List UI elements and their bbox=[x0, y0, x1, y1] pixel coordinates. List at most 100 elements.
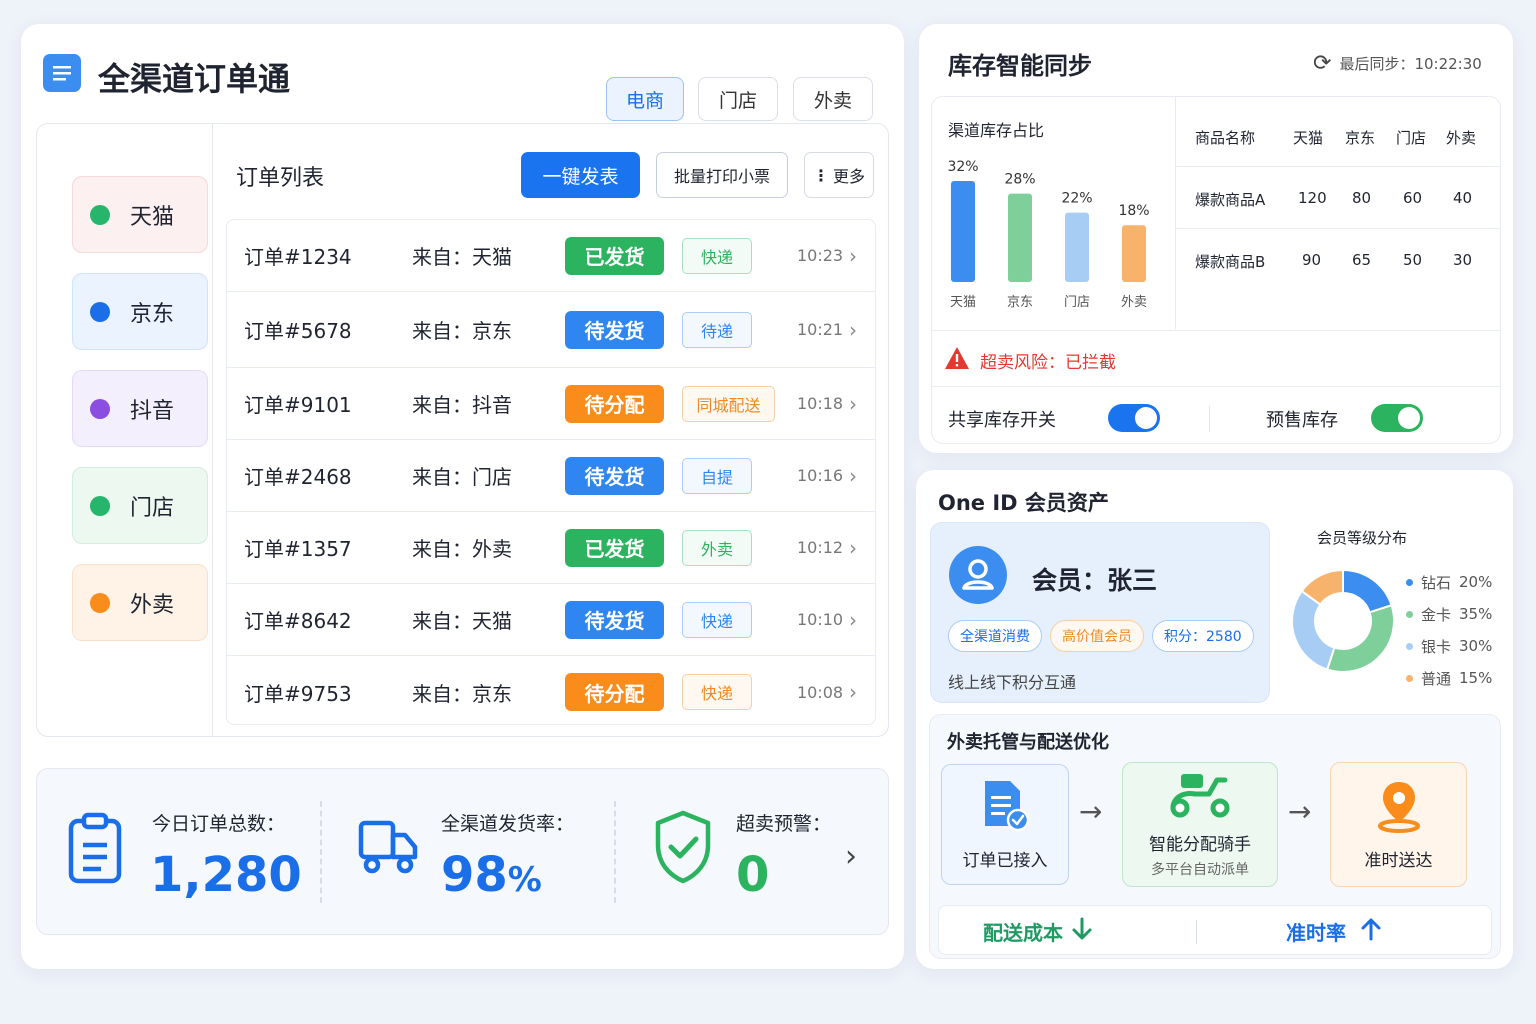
legend-pct: 30% bbox=[1459, 637, 1493, 655]
chevron-right-icon: › bbox=[849, 680, 857, 704]
status-badge: 待分配 bbox=[565, 673, 664, 711]
status-dot bbox=[90, 495, 110, 516]
table-cell: 120 bbox=[1298, 189, 1327, 207]
truck-icon bbox=[357, 819, 419, 881]
tab-ecommerce[interactable]: 电商 bbox=[606, 77, 684, 121]
delivery-mode-badge: 快递 bbox=[682, 237, 752, 274]
donut-slice bbox=[1342, 568, 1393, 614]
chart-bar bbox=[1008, 193, 1032, 282]
ship-all-button[interactable]: 一键发表 bbox=[521, 152, 640, 198]
member-tag: 高价值会员 bbox=[1050, 620, 1144, 652]
order-time: 10:21 bbox=[797, 320, 844, 339]
arrow-up-icon bbox=[1360, 917, 1382, 946]
status-badge: 待发货 bbox=[565, 600, 664, 639]
delivery-cost-label: 配送成本 bbox=[983, 921, 1063, 945]
sync-status[interactable]: ⟳ 最后同步：10:22:30 bbox=[1313, 51, 1482, 76]
table-cell: 65 bbox=[1352, 251, 1372, 269]
status-dot bbox=[90, 592, 110, 613]
sidebar-item-label: 外卖 bbox=[130, 592, 175, 618]
chart-category-label: 外卖 bbox=[1121, 295, 1147, 310]
step-sub-label: 多平台自动派单 bbox=[1151, 862, 1249, 878]
chart-value-label: 32% bbox=[947, 159, 978, 175]
legend-pct: 20% bbox=[1459, 573, 1493, 591]
member-tags: 全渠道消费 高价值会员 积分：2580 bbox=[948, 620, 1254, 652]
delivery-mode-badge: 自提 bbox=[682, 457, 752, 494]
inventory-panel: 库存智能同步 ⟳ 最后同步：10:22:30 渠道库存占比 32% 天猫 28% 京东 2… bbox=[919, 24, 1513, 453]
sidebar-item-jd[interactable]: 京东 bbox=[72, 273, 208, 350]
toggle-knob bbox=[1398, 407, 1420, 429]
legend-dot bbox=[1406, 674, 1413, 682]
sidebar-item-store[interactable]: 门店 bbox=[72, 467, 208, 544]
status-badge: 已发货 bbox=[565, 528, 664, 567]
shared-stock-toggle[interactable] bbox=[1108, 404, 1160, 432]
chart-bar bbox=[951, 181, 975, 282]
step-delivered-on-time[interactable]: 准时送达 bbox=[1330, 762, 1467, 887]
presale-stock-toggle[interactable] bbox=[1371, 404, 1423, 432]
stat-divider bbox=[320, 801, 322, 903]
table-cell: 50 bbox=[1403, 251, 1423, 269]
member-level-donut bbox=[1291, 568, 1395, 673]
legend-label: 钻石 bbox=[1421, 573, 1452, 592]
order-source: 来自：天猫 bbox=[412, 609, 512, 633]
legend-item: 金卡 35% bbox=[1406, 598, 1492, 630]
warning-icon bbox=[944, 346, 970, 375]
order-time: 10:23 bbox=[797, 246, 844, 265]
legend-dot bbox=[1406, 610, 1413, 618]
sidebar-item-label: 京东 bbox=[130, 301, 175, 327]
col-header: 商品名称 bbox=[1195, 129, 1256, 147]
status-dot bbox=[90, 301, 110, 322]
risk-text: 超卖风险：已拦截 bbox=[980, 353, 1116, 373]
more-label: 更多 bbox=[832, 167, 865, 186]
oversell-risk-alert: 超卖风险：已拦截 bbox=[944, 346, 1116, 375]
delivery-mode-badge: 外卖 bbox=[682, 529, 752, 566]
col-header: 门店 bbox=[1396, 129, 1427, 147]
step-label: 智能分配骑手 bbox=[1149, 835, 1251, 855]
table-row[interactable]: 订单#9101 来自：抖音 待分配 同城配送 10:18 › bbox=[227, 368, 875, 440]
sidebar-item-tmall[interactable]: 天猫 bbox=[72, 176, 208, 253]
member-tag: 全渠道消费 bbox=[948, 620, 1042, 652]
order-source: 来自：门店 bbox=[412, 465, 512, 489]
sidebar-item-douyin[interactable]: 抖音 bbox=[72, 370, 208, 447]
order-source: 来自：天猫 bbox=[412, 245, 512, 269]
step-label: 准时送达 bbox=[1364, 851, 1433, 871]
clipboard-icon bbox=[67, 811, 127, 891]
table-cell: 爆款商品B bbox=[1195, 253, 1266, 271]
donut-slice bbox=[1291, 589, 1336, 671]
inventory-box-hdivider bbox=[931, 386, 1501, 387]
arrow-down-icon bbox=[1071, 917, 1093, 946]
stats-bar: 今日订单总数： 1,280 全渠道发货率： 98% 超卖预警： 0 › bbox=[36, 768, 889, 935]
table-row[interactable]: 订单#8642 来自：天猫 待发货 快递 10:10 › bbox=[227, 584, 875, 656]
toggle-divider bbox=[1209, 406, 1210, 432]
legend-dot bbox=[1406, 578, 1413, 586]
table-row[interactable]: 订单#9753 来自：京东 待分配 快递 10:08 › bbox=[227, 656, 875, 724]
batch-print-button[interactable]: 批量打印小票 bbox=[656, 152, 788, 198]
order-time: 10:12 bbox=[797, 538, 844, 557]
sidebar-item-takeout[interactable]: 外卖 bbox=[72, 564, 208, 641]
table-row[interactable]: 订单#5678 来自：京东 待发货 待递 10:21 › bbox=[227, 292, 875, 368]
member-card[interactable]: 会员：张三 全渠道消费 高价值会员 积分：2580 线上线下积分互通 bbox=[930, 522, 1270, 703]
sidebar-item-label: 天猫 bbox=[130, 204, 175, 230]
order-time: 10:18 bbox=[797, 394, 844, 413]
stat-label: 超卖预警： bbox=[736, 813, 832, 835]
chart-category-label: 门店 bbox=[1064, 295, 1090, 310]
table-row[interactable]: 订单#1357 来自：外卖 已发货 外卖 10:12 › bbox=[227, 512, 875, 584]
table-cell: 80 bbox=[1352, 189, 1372, 207]
toggle-knob bbox=[1135, 407, 1157, 429]
app-logo-icon bbox=[43, 54, 81, 92]
chevron-right-icon: › bbox=[849, 317, 857, 342]
step-assign-rider[interactable]: 智能分配骑手 多平台自动派单 bbox=[1122, 762, 1278, 887]
table-row[interactable]: 订单#2468 来自：门店 待发货 自提 10:16 › bbox=[227, 440, 875, 512]
table-row[interactable]: 订单#1234 来自：天猫 已发货 快递 10:23 › bbox=[227, 220, 875, 292]
legend-item: 普通 15% bbox=[1406, 662, 1492, 694]
chevron-right-icon[interactable]: › bbox=[845, 839, 857, 874]
member-name: 会员：张三 bbox=[1032, 566, 1158, 595]
stat-label: 全渠道发货率： bbox=[441, 813, 575, 835]
stat-divider bbox=[614, 801, 616, 903]
more-button[interactable]: ⋮ 更多 bbox=[804, 152, 874, 198]
order-time: 10:08 bbox=[797, 682, 844, 702]
step-order-received[interactable]: 订单已接入 bbox=[941, 764, 1069, 885]
chevron-right-icon: › bbox=[849, 535, 857, 560]
tab-takeout[interactable]: 外卖 bbox=[793, 77, 873, 121]
user-icon bbox=[962, 559, 994, 590]
tab-store[interactable]: 门店 bbox=[698, 77, 778, 121]
